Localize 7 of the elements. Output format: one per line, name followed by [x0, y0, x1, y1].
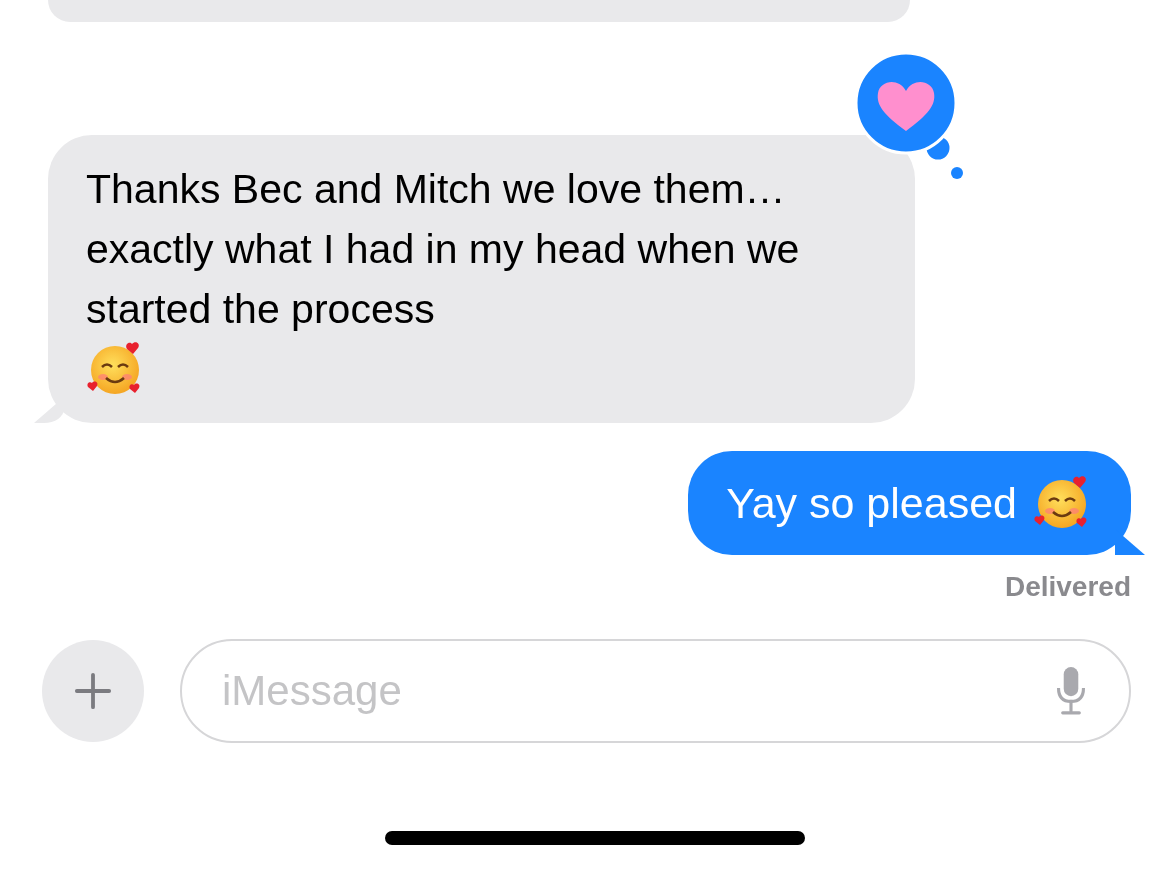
message-input[interactable]: iMessage: [180, 639, 1131, 743]
delivery-status: Delivered: [1004, 571, 1131, 603]
plus-icon: [74, 672, 112, 710]
microphone-icon[interactable]: [1055, 665, 1087, 717]
message-text: Thanks Bec and Mitch we love them…exactly what I had in my head when we started the process: [86, 165, 801, 334]
heart-reaction-icon[interactable]: [854, 51, 964, 181]
message-text: Yay so pleased: [726, 478, 1017, 529]
